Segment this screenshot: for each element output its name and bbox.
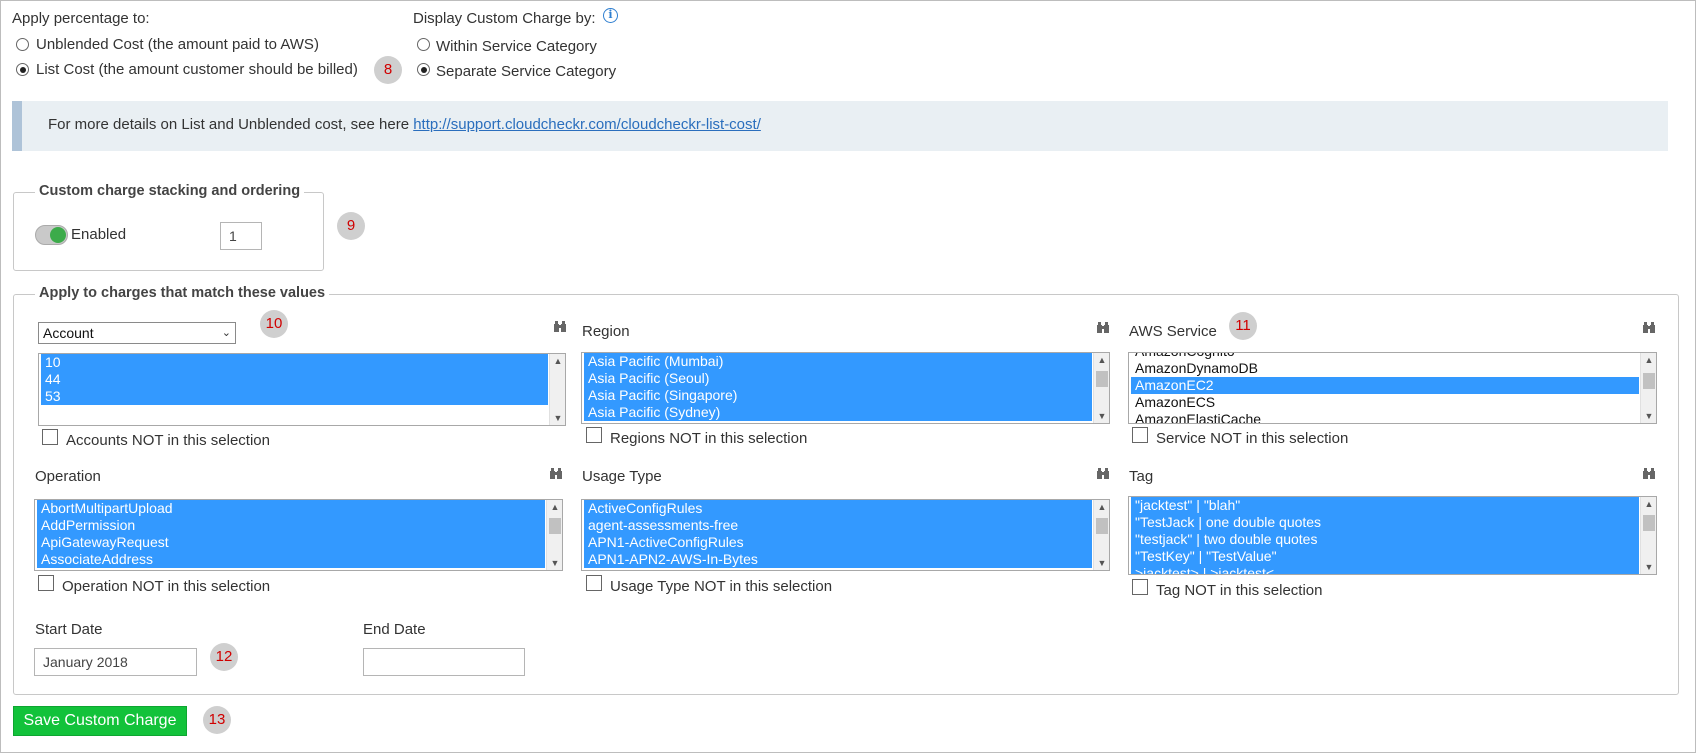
usage-type-not-label: Usage Type NOT in this selection xyxy=(610,578,833,595)
tag-not-checkbox[interactable] xyxy=(1132,579,1148,595)
binoculars-icon[interactable] xyxy=(1097,322,1109,333)
list-item[interactable]: "testjack" | two double quotes xyxy=(1131,531,1639,548)
info-banner-text: For more details on List and Unblended c… xyxy=(48,116,414,133)
region-label: Region xyxy=(582,323,630,340)
binoculars-icon[interactable] xyxy=(554,321,566,332)
region-listbox[interactable]: Asia Pacific (Mumbai) Asia Pacific (Seoul… xyxy=(581,352,1110,424)
list-item[interactable]: AmazonECS xyxy=(1131,394,1639,411)
service-not-checkbox[interactable] xyxy=(1132,427,1148,443)
stacking-order-input[interactable]: 1 xyxy=(220,222,262,250)
info-banner: For more details on List and Unblended c… xyxy=(12,101,1668,151)
operation-not-label: Operation NOT in this selection xyxy=(62,578,271,595)
start-date-label: Start Date xyxy=(35,621,103,638)
custom-charge-form: Apply percentage to: Unblended Cost (the… xyxy=(0,0,1696,753)
save-custom-charge-button[interactable]: Save Custom Charge xyxy=(13,706,187,736)
list-item[interactable]: AmazonDynamoDB xyxy=(1131,360,1639,377)
list-item[interactable]: AddPermission xyxy=(37,517,545,534)
tag-label: Tag xyxy=(1129,468,1154,485)
end-date-label: End Date xyxy=(363,621,426,638)
account-listbox[interactable]: 10 44 53 ▲ ▼ xyxy=(38,353,566,426)
list-item[interactable]: AbortMultipartUpload xyxy=(37,500,545,517)
binoculars-icon[interactable] xyxy=(1643,468,1655,479)
list-item[interactable]: ActiveConfigRules xyxy=(584,500,1092,517)
start-date-input[interactable]: January 2018 xyxy=(34,648,197,676)
list-item[interactable]: agent-assessments-free xyxy=(584,517,1092,534)
list-item[interactable]: 53 xyxy=(41,388,548,405)
display-charge-label: Display Custom Charge by: xyxy=(413,10,596,27)
list-item[interactable]: "TestJack | one double quotes xyxy=(1131,514,1639,531)
radio-separate-service-category[interactable] xyxy=(417,63,430,76)
accounts-not-label: Accounts NOT in this selection xyxy=(66,432,270,449)
binoculars-icon[interactable] xyxy=(1643,322,1655,333)
list-item[interactable]: >jacktest> | >jacktest< xyxy=(1131,565,1639,574)
service-not-label: Service NOT in this selection xyxy=(1156,430,1349,447)
step-badge-10: 10 xyxy=(260,310,288,338)
usage-type-label: Usage Type xyxy=(582,468,662,485)
regions-not-checkbox[interactable] xyxy=(586,427,602,443)
list-item[interactable]: Asia Pacific (Seoul) xyxy=(584,370,1092,387)
list-item[interactable]: 44 xyxy=(41,371,548,388)
radio-within-service-category-label[interactable]: Within Service Category xyxy=(436,38,597,55)
list-item[interactable]: ApiGatewayRequest xyxy=(37,534,545,551)
stacking-toggle-label: Enabled xyxy=(71,226,127,243)
usage-type-listbox[interactable]: ActiveConfigRules agent-assessments-free A… xyxy=(581,499,1110,571)
tag-not-label: Tag NOT in this selection xyxy=(1156,582,1323,599)
radio-within-service-category[interactable] xyxy=(417,38,430,51)
radio-list-cost[interactable] xyxy=(16,63,29,76)
list-item[interactable]: "jacktest" | "blah" xyxy=(1131,497,1639,514)
info-icon[interactable]: i xyxy=(603,8,618,23)
aws-service-label: AWS Service xyxy=(1129,323,1217,340)
radio-separate-service-category-label[interactable]: Separate Service Category xyxy=(436,63,616,80)
list-item[interactable]: AmazonCognito xyxy=(1131,353,1639,360)
step-badge-13: 13 xyxy=(203,706,231,734)
list-item[interactable]: AmazonEC2 xyxy=(1131,377,1639,394)
end-date-input[interactable] xyxy=(363,648,525,676)
list-item[interactable]: Asia Pacific (Sydney) xyxy=(584,404,1092,421)
regions-not-label: Regions NOT in this selection xyxy=(610,430,808,447)
dimension-select[interactable]: Account ⌄ xyxy=(38,322,236,344)
step-badge-9: 9 xyxy=(337,212,365,240)
accounts-not-checkbox[interactable] xyxy=(42,429,58,445)
stacking-toggle[interactable] xyxy=(35,225,68,245)
apply-percentage-label: Apply percentage to: xyxy=(12,10,150,27)
step-badge-8: 8 xyxy=(374,56,402,84)
list-item[interactable]: APN1-APN2-AWS-In-Bytes xyxy=(584,551,1092,568)
step-badge-12: 12 xyxy=(210,643,238,671)
binoculars-icon[interactable] xyxy=(550,468,562,479)
radio-unblended-cost-label[interactable]: Unblended Cost (the amount paid to AWS) xyxy=(36,36,319,53)
radio-list-cost-label[interactable]: List Cost (the amount customer should be… xyxy=(36,61,358,78)
list-item[interactable]: 10 xyxy=(41,354,548,371)
list-item[interactable]: AmazonElastiCache xyxy=(1131,411,1639,423)
aws-service-listbox[interactable]: AmazonCognitoAmazonDynamoDBAmazonEC2Amaz… xyxy=(1128,352,1657,424)
step-badge-11: 11 xyxy=(1229,312,1257,340)
list-item[interactable]: "TestKey" | "TestValue" xyxy=(1131,548,1639,565)
list-item[interactable]: APN1-ActiveConfigRules xyxy=(584,534,1092,551)
list-item[interactable]: Asia Pacific (Mumbai) xyxy=(584,353,1092,370)
radio-unblended-cost[interactable] xyxy=(16,38,29,51)
usage-type-not-checkbox[interactable] xyxy=(586,575,602,591)
list-item[interactable]: AssociateAddress xyxy=(37,551,545,568)
operation-label: Operation xyxy=(35,468,101,485)
operation-not-checkbox[interactable] xyxy=(38,575,54,591)
stacking-legend: Custom charge stacking and ordering xyxy=(35,183,305,199)
match-values-legend: Apply to charges that match these values xyxy=(35,285,330,301)
list-cost-help-link[interactable]: http://support.cloudcheckr.com/cloudchec… xyxy=(413,116,761,133)
tag-listbox[interactable]: "jacktest" | "blah" "TestJack | one doubl… xyxy=(1128,496,1657,575)
operation-listbox[interactable]: AbortMultipartUpload AddPermission ApiGate… xyxy=(34,499,563,571)
list-item[interactable]: Asia Pacific (Singapore) xyxy=(584,387,1092,404)
binoculars-icon[interactable] xyxy=(1097,468,1109,479)
chevron-down-icon: ⌄ xyxy=(221,327,231,339)
